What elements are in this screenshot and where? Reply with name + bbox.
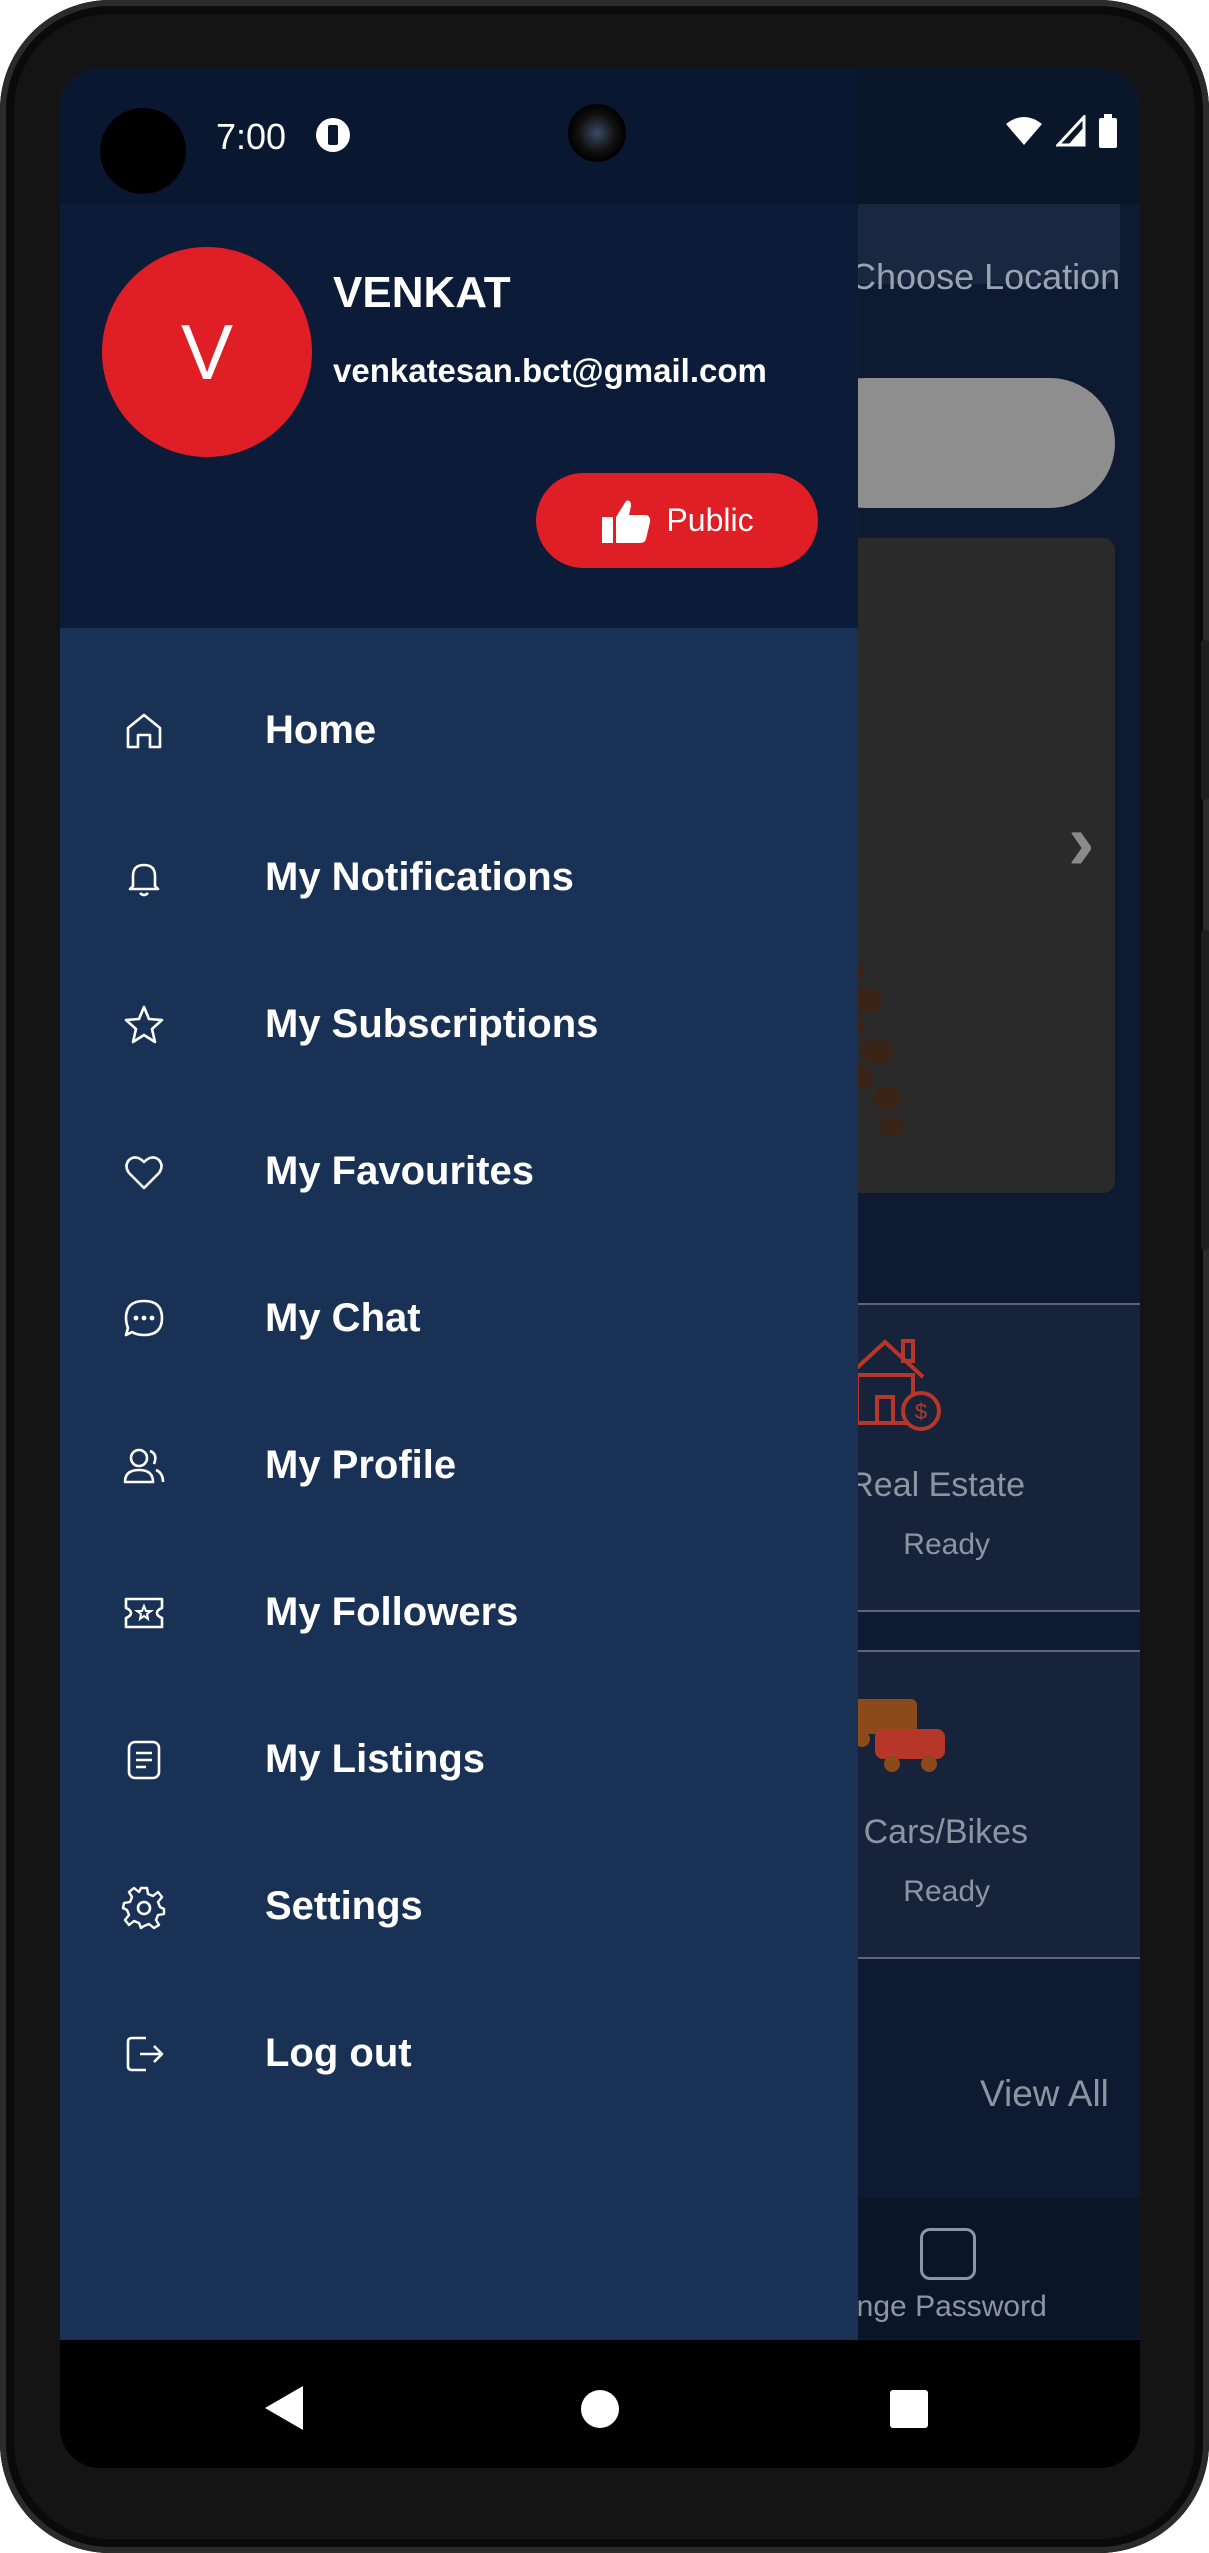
star-icon [124,1005,164,1043]
back-icon[interactable] [265,2386,303,2430]
heart-icon [125,1155,163,1189]
power-button [1201,640,1209,800]
menu-label: Home [265,708,377,752]
menu-item-chat[interactable]: My Chat [60,1245,858,1392]
wifi-icon [1006,117,1042,145]
change-password-label[interactable]: ange Password [840,2290,1047,2324]
home-icon [126,713,162,748]
status-bar: 7:00 [60,68,858,204]
notification-app-icon [316,118,350,152]
screen: Choose Location › $ Real Estate Ready Ca… [60,68,1140,2468]
menu-label: My Profile [265,1443,457,1487]
public-label: Public [666,502,754,538]
menu-label: Settings [265,1884,423,1928]
profile-icon [123,1448,165,1483]
status-icons [1004,114,1118,148]
key-icon[interactable] [920,2228,976,2280]
avatar[interactable]: V [102,247,312,457]
promo-banner[interactable]: › [820,538,1115,1193]
signal-icon [1056,115,1086,147]
menu-item-listings[interactable]: My Listings [60,1686,858,1833]
menu-item-logout[interactable]: Log out [60,1980,858,2127]
user-name: VENKAT [333,268,511,317]
camera-cutout [100,108,186,194]
menu-item-settings[interactable]: Settings [60,1833,858,1980]
menu-label: My Followers [265,1590,519,1634]
logout-icon [126,2036,164,2071]
menu-label: My Subscriptions [265,1002,599,1046]
followers-icon [124,1597,164,1628]
menu-label: My Listings [265,1737,486,1781]
listings-icon [127,1740,161,1779]
menu-item-favourites[interactable]: My Favourites [60,1098,858,1245]
menu-label: My Notifications [265,855,574,899]
navigation-drawer: 7:00 V VENKAT venkatesan.bct@gmail.com P… [60,68,858,2340]
svg-text:$: $ [915,1399,927,1424]
battery-icon [1099,114,1117,148]
thumbs-up-icon [602,500,651,543]
gear-icon [121,1886,166,1929]
menu-item-subscriptions[interactable]: My Subscriptions [60,951,858,1098]
menu-label: Log out [265,2031,412,2075]
bell-icon [128,863,160,896]
home-nav-icon[interactable] [581,2390,619,2428]
status-time: 7:00 [216,116,287,157]
recents-icon[interactable] [890,2390,928,2428]
volume-button [1201,930,1209,1250]
menu-item-home[interactable]: Home [60,657,858,804]
menu-item-profile[interactable]: My Profile [60,1392,858,1539]
location-text: Choose Location [850,256,1121,297]
menu-item-notifications[interactable]: My Notifications [60,804,858,951]
chat-icon [124,1299,164,1336]
menu-label: My Chat [265,1296,421,1340]
user-email: venkatesan.bct@gmail.com [333,352,767,389]
menu-item-followers[interactable]: My Followers [60,1539,858,1686]
front-camera [568,104,626,162]
public-button[interactable]: Public [536,473,818,568]
menu-label: My Favourites [265,1149,534,1193]
banner-next-icon[interactable]: › [1068,796,1095,888]
view-all-link[interactable]: View All [980,2073,1109,2115]
